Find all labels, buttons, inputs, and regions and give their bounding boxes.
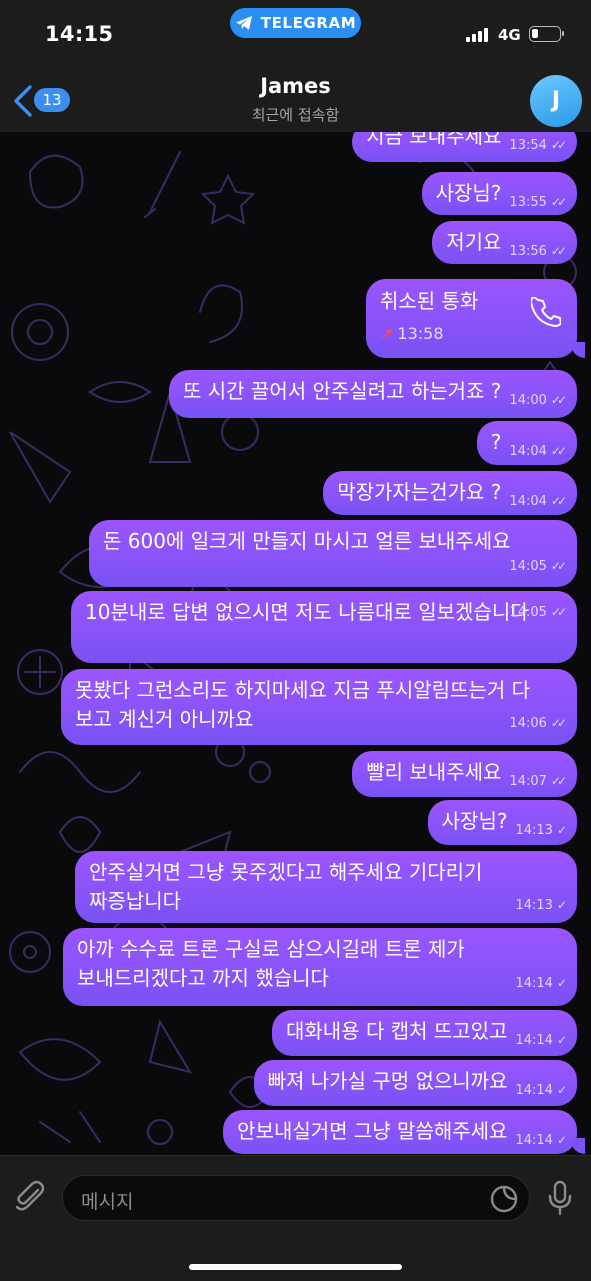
avatar[interactable]: J: [530, 75, 582, 127]
message-bubble[interactable]: 못봤다 그런소리도 하지마세요 지금 푸시알림뜨는거 다 보고 계신거 아니까요…: [61, 669, 577, 745]
status-time: 14:15: [45, 22, 114, 46]
message-time: 14:14: [515, 1133, 553, 1148]
message-meta: 14:04 ✓✓: [509, 437, 567, 466]
read-checks-icon: ✓✓: [550, 605, 567, 619]
read-checks-icon: ✓✓: [550, 244, 567, 258]
message-time: 13:55: [509, 195, 547, 210]
message-time: 14:13: [515, 823, 553, 838]
message-text: 안보내실거면 그냥 말씀해주세요: [237, 1119, 508, 1143]
message-bubble[interactable]: 빨리 보내주세요 14:07 ✓✓: [352, 751, 577, 797]
sent-check-icon: ✓: [556, 976, 567, 990]
message-text: 막장가자는건가요 ?: [337, 480, 502, 504]
message-text: 저기요: [446, 230, 502, 254]
read-checks-icon: ✓✓: [550, 393, 567, 407]
message-bubble[interactable]: 대화내용 다 캡처 뜨고있고 14:14 ✓: [271, 1010, 577, 1056]
message-time: 14:14: [515, 1033, 553, 1048]
message-meta: 14:04 ✓✓: [509, 487, 567, 516]
message-bubble[interactable]: 안보내실거면 그냥 말씀해주세요 14:14 ✓: [223, 1110, 577, 1154]
message-meta: 13:54 ✓✓: [509, 132, 567, 160]
read-checks-icon: ✓✓: [550, 444, 567, 458]
message-bubble[interactable]: 지금 보내주세요 13:54 ✓✓: [352, 132, 577, 162]
message-text: 대화내용 다 캡처 뜨고있고: [285, 1019, 508, 1043]
read-checks-icon: ✓✓: [550, 559, 567, 573]
contact-name[interactable]: James: [0, 74, 591, 98]
message-bubble[interactable]: 또 시간 끌어서 안주실려고 하는거죠 ? 14:00 ✓✓: [169, 370, 577, 418]
telegram-plane-icon: [235, 16, 252, 30]
message-text: 10분내로 답변 없으시면 저도 나름대로 일보겠습니다: [85, 600, 529, 624]
microphone-icon[interactable]: [546, 1180, 574, 1216]
message-time: 14:14: [515, 976, 553, 991]
network-type: 4G: [498, 26, 521, 44]
composer-bar: 메시지: [0, 1155, 591, 1281]
message-bubble[interactable]: 돈 600에 일크게 만들지 마시고 얼른 보내주세요 14:05 ✓✓: [89, 520, 577, 587]
message-bubble[interactable]: 사장님? 14:13 ✓: [427, 800, 577, 845]
message-bubble[interactable]: 막장가자는건가요 ? 14:04 ✓✓: [323, 471, 577, 515]
call-bubble[interactable]: 취소된 통화 ↗ 13:58: [366, 279, 577, 358]
message-text: ?: [490, 430, 502, 454]
read-checks-icon: ✓✓: [550, 774, 567, 788]
paperclip-icon[interactable]: [14, 1180, 48, 1214]
message-text: 또 시간 끌어서 안주실려고 하는거죠 ?: [183, 379, 502, 403]
chat-header: 13 James 최근에 접속함 J: [0, 54, 591, 133]
sent-check-icon: ✓: [556, 1133, 567, 1147]
sent-check-icon: ✓: [556, 1083, 567, 1097]
message-time: 14:05: [509, 605, 547, 620]
message-meta: 14:00 ✓✓: [509, 386, 567, 415]
signal-icon: [466, 28, 488, 42]
message-time: 14:04: [509, 494, 547, 509]
message-time: 14:06: [509, 716, 547, 731]
phone-icon[interactable]: [531, 297, 561, 327]
sent-check-icon: ✓: [556, 823, 567, 837]
message-meta: 13:55 ✓✓: [509, 188, 567, 217]
home-indicator: [189, 1264, 402, 1270]
contact-status: 최근에 접속함: [251, 106, 340, 124]
call-time: 13:58: [397, 324, 444, 343]
message-time: 14:04: [509, 444, 547, 459]
outgoing-call-arrow-icon: ↗: [380, 324, 394, 343]
message-text: 지금 보내주세요: [366, 132, 502, 148]
telegram-pill-label: TELEGRAM: [260, 14, 357, 32]
message-meta: 14:14 ✓: [515, 1076, 567, 1105]
message-meta: 14:13 ✓: [515, 816, 567, 845]
sent-check-icon: ✓: [556, 1033, 567, 1047]
chat-area[interactable]: 지금 보내주세요 13:54 ✓✓ 사장님? 13:55 ✓✓ 저기요 13:56 ✓…: [0, 132, 591, 1155]
read-checks-icon: ✓✓: [550, 138, 567, 152]
message-bubble[interactable]: 빠져 나가실 구멍 없으니까요 14:14 ✓: [253, 1060, 577, 1106]
message-bubble[interactable]: 10분내로 답변 없으시면 저도 나름대로 일보겠습니다 14:05 ✓✓: [71, 591, 577, 663]
message-text: 사장님?: [435, 181, 502, 205]
status-bar: 14:15 TELEGRAM 4G: [0, 0, 591, 54]
read-checks-icon: ✓✓: [550, 195, 567, 209]
telegram-pill[interactable]: TELEGRAM: [230, 8, 361, 38]
battery-level: [532, 29, 538, 38]
message-time: 13:54: [509, 138, 547, 153]
message-time: 14:00: [509, 393, 547, 408]
message-meta: 14:05 ✓✓: [103, 552, 567, 581]
message-text: 돈 600에 일크게 만들지 마시고 얼른 보내주세요: [103, 529, 511, 553]
message-meta: 13:56 ✓✓: [509, 237, 567, 266]
read-checks-icon: ✓✓: [550, 494, 567, 508]
message-meta: 14:14 ✓: [515, 1026, 567, 1055]
message-text: 빠져 나가실 구멍 없으니까요: [267, 1069, 508, 1093]
message-time: 14:13: [515, 898, 553, 913]
message-time: 13:56: [509, 244, 547, 259]
battery-icon: [529, 26, 564, 42]
sticker-icon[interactable]: [489, 1184, 519, 1214]
message-time: 14:07: [509, 774, 547, 789]
message-bubble[interactable]: 사장님? 13:55 ✓✓: [421, 172, 577, 217]
message-time: 14:14: [515, 1083, 553, 1098]
sent-check-icon: ✓: [556, 898, 567, 912]
message-input[interactable]: 메시지: [62, 1175, 530, 1221]
read-checks-icon: ✓✓: [550, 716, 567, 730]
message-bubble[interactable]: 저기요 13:56 ✓✓: [432, 221, 577, 264]
message-bubble[interactable]: 안주실거면 그냥 못주겠다고 해주세요 기다리기 짜증납니다 14:13 ✓: [75, 851, 577, 923]
message-meta: 14:14 ✓: [515, 1126, 567, 1155]
message-time: 14:05: [509, 559, 547, 574]
message-text: 빨리 보내주세요: [366, 760, 502, 784]
message-bubble[interactable]: ? 14:04 ✓✓: [476, 421, 577, 466]
message-bubble[interactable]: 아까 수수료 트론 구실로 삼으시길래 트론 제가 보내드리겠다고 까지 했습니…: [63, 928, 577, 1006]
message-text: 사장님?: [441, 809, 508, 833]
message-input-placeholder: 메시지: [81, 1191, 134, 1213]
message-meta: 14:07 ✓✓: [509, 767, 567, 796]
